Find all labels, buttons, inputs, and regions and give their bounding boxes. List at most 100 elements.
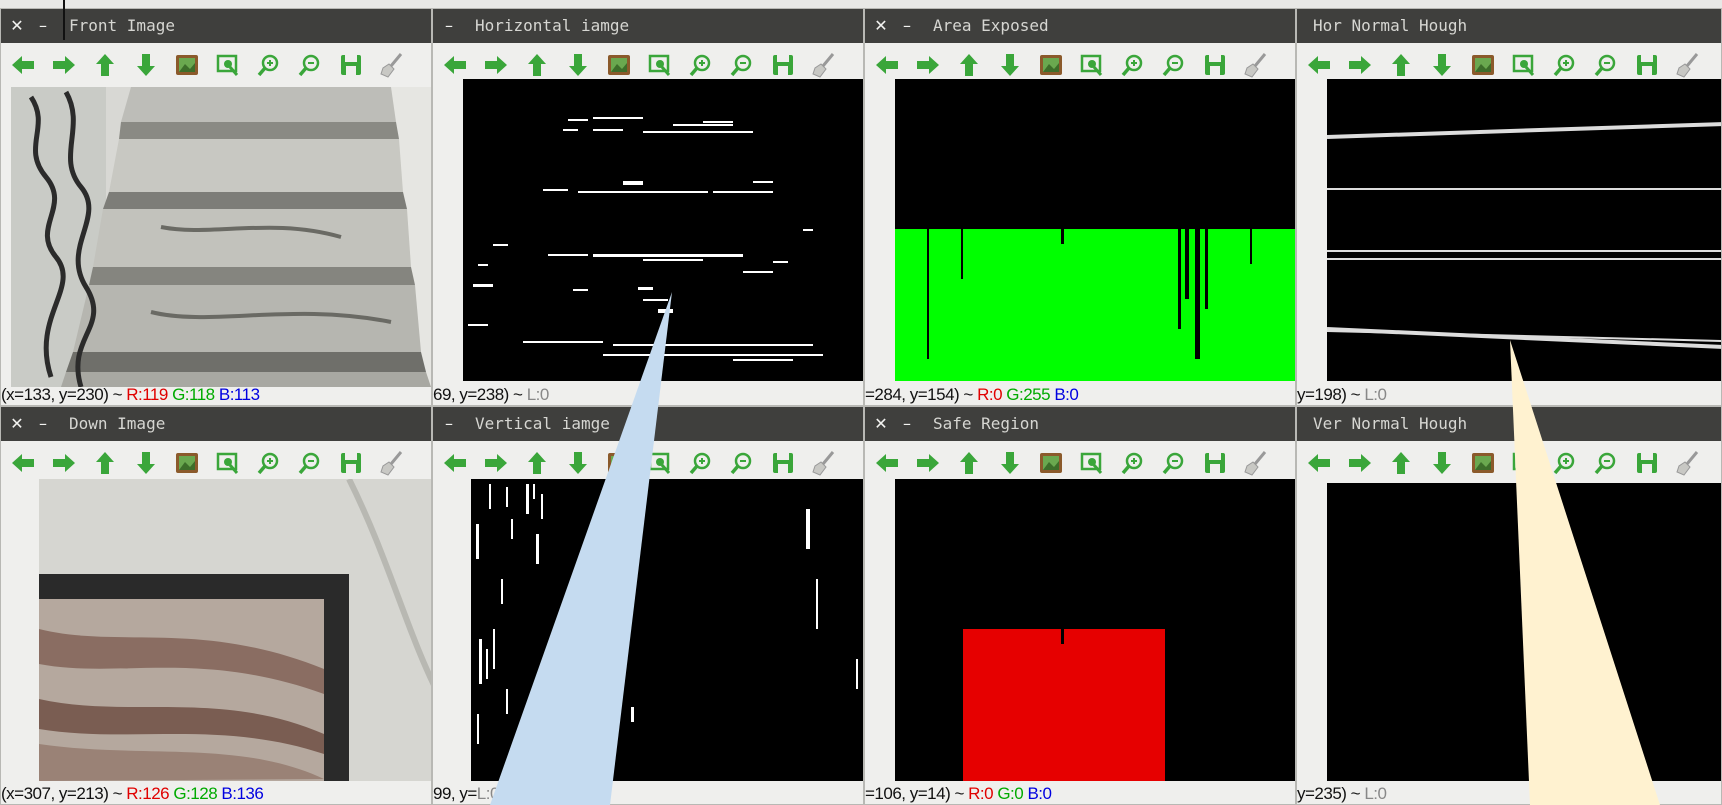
arrow-left-icon[interactable] [9, 449, 37, 477]
arrow-right-icon[interactable] [50, 449, 78, 477]
arrow-left-icon[interactable] [1305, 51, 1333, 79]
title-bar[interactable]: Hor Normal Hough [1297, 9, 1721, 43]
title-bar[interactable]: ✕ – Safe Region [865, 407, 1295, 441]
image-icon[interactable] [173, 449, 201, 477]
ver-hough-view[interactable] [1327, 483, 1721, 781]
arrow-down-icon[interactable] [996, 449, 1024, 477]
zoom-fit-icon[interactable] [214, 449, 242, 477]
close-icon[interactable]: ✕ [7, 9, 27, 43]
arrow-up-icon[interactable] [523, 51, 551, 79]
zoom-out-icon[interactable] [1592, 51, 1620, 79]
image-icon[interactable] [1037, 51, 1065, 79]
zoom-fit-icon[interactable] [1510, 449, 1538, 477]
hor-hough-view[interactable] [1327, 79, 1721, 381]
title-bar[interactable]: – Horizontal iamge [433, 9, 863, 43]
zoom-fit-icon[interactable] [1078, 51, 1106, 79]
arrow-up-icon[interactable] [91, 449, 119, 477]
save-icon[interactable] [769, 449, 797, 477]
arrow-left-icon[interactable] [873, 51, 901, 79]
close-icon[interactable]: ✕ [871, 407, 891, 441]
save-icon[interactable] [337, 449, 365, 477]
close-icon[interactable]: ✕ [871, 9, 891, 43]
zoom-in-icon[interactable] [1551, 449, 1579, 477]
zoom-in-icon[interactable] [1119, 51, 1147, 79]
arrow-down-icon[interactable] [1428, 449, 1456, 477]
zoom-in-icon[interactable] [255, 51, 283, 79]
image-icon[interactable] [1469, 51, 1497, 79]
minimize-icon[interactable]: – [33, 407, 53, 441]
arrow-left-icon[interactable] [873, 449, 901, 477]
save-icon[interactable] [1633, 51, 1661, 79]
save-icon[interactable] [1201, 51, 1229, 79]
arrow-left-icon[interactable] [9, 51, 37, 79]
arrow-left-icon[interactable] [441, 449, 469, 477]
arrow-right-icon[interactable] [914, 51, 942, 79]
down-image-view[interactable] [39, 479, 431, 781]
arrow-down-icon[interactable] [564, 51, 592, 79]
clear-brush-icon[interactable] [1674, 449, 1702, 477]
clear-brush-icon[interactable] [1242, 449, 1270, 477]
zoom-in-icon[interactable] [255, 449, 283, 477]
minimize-icon[interactable]: – [897, 9, 917, 43]
zoom-out-icon[interactable] [1592, 449, 1620, 477]
save-icon[interactable] [769, 51, 797, 79]
save-icon[interactable] [1201, 449, 1229, 477]
image-icon[interactable] [173, 51, 201, 79]
save-icon[interactable] [337, 51, 365, 79]
save-icon[interactable] [1633, 449, 1661, 477]
zoom-out-icon[interactable] [296, 51, 324, 79]
arrow-up-icon[interactable] [955, 51, 983, 79]
arrow-right-icon[interactable] [50, 51, 78, 79]
zoom-out-icon[interactable] [296, 449, 324, 477]
image-icon[interactable] [605, 51, 633, 79]
arrow-down-icon[interactable] [132, 51, 160, 79]
arrow-up-icon[interactable] [91, 51, 119, 79]
arrow-right-icon[interactable] [482, 449, 510, 477]
arrow-up-icon[interactable] [523, 449, 551, 477]
safe-region-view[interactable] [895, 479, 1295, 781]
arrow-right-icon[interactable] [914, 449, 942, 477]
clear-brush-icon[interactable] [378, 51, 406, 79]
clear-brush-icon[interactable] [378, 449, 406, 477]
close-icon[interactable]: ✕ [7, 407, 27, 441]
image-icon[interactable] [605, 449, 633, 477]
minimize-icon[interactable]: – [439, 407, 459, 441]
arrow-left-icon[interactable] [1305, 449, 1333, 477]
zoom-out-icon[interactable] [728, 51, 756, 79]
horizontal-image-view[interactable] [463, 79, 863, 381]
clear-brush-icon[interactable] [1674, 51, 1702, 79]
arrow-up-icon[interactable] [1387, 51, 1415, 79]
zoom-in-icon[interactable] [1119, 449, 1147, 477]
arrow-left-icon[interactable] [441, 51, 469, 79]
zoom-fit-icon[interactable] [1078, 449, 1106, 477]
zoom-out-icon[interactable] [1160, 449, 1188, 477]
title-bar[interactable]: Ver Normal Hough [1297, 407, 1721, 441]
zoom-in-icon[interactable] [687, 51, 715, 79]
arrow-down-icon[interactable] [132, 449, 160, 477]
arrow-right-icon[interactable] [1346, 51, 1374, 79]
zoom-fit-icon[interactable] [214, 51, 242, 79]
arrow-down-icon[interactable] [1428, 51, 1456, 79]
title-bar[interactable]: ✕ – Area Exposed [865, 9, 1295, 43]
zoom-fit-icon[interactable] [1510, 51, 1538, 79]
vertical-image-view[interactable] [471, 479, 863, 781]
zoom-fit-icon[interactable] [646, 449, 674, 477]
zoom-fit-icon[interactable] [646, 51, 674, 79]
title-bar[interactable]: ✕ – Front Image [1, 9, 431, 43]
arrow-down-icon[interactable] [996, 51, 1024, 79]
arrow-right-icon[interactable] [1346, 449, 1374, 477]
minimize-icon[interactable]: – [33, 9, 53, 43]
zoom-out-icon[interactable] [728, 449, 756, 477]
arrow-up-icon[interactable] [955, 449, 983, 477]
minimize-icon[interactable]: – [897, 407, 917, 441]
zoom-in-icon[interactable] [1551, 51, 1579, 79]
arrow-down-icon[interactable] [564, 449, 592, 477]
zoom-in-icon[interactable] [687, 449, 715, 477]
image-icon[interactable] [1469, 449, 1497, 477]
arrow-up-icon[interactable] [1387, 449, 1415, 477]
image-icon[interactable] [1037, 449, 1065, 477]
clear-brush-icon[interactable] [810, 449, 838, 477]
minimize-icon[interactable]: – [439, 9, 459, 43]
clear-brush-icon[interactable] [810, 51, 838, 79]
arrow-right-icon[interactable] [482, 51, 510, 79]
